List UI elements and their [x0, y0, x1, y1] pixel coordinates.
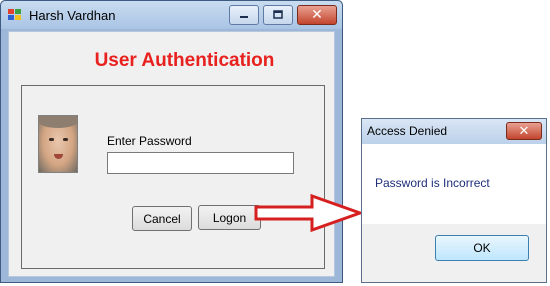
logon-button[interactable]: Logon [198, 205, 261, 230]
close-icon: ✕ [311, 7, 323, 23]
cancel-button[interactable]: Cancel [132, 206, 192, 231]
close-icon: ✕ [518, 123, 530, 139]
password-label: Enter Password [107, 134, 192, 148]
page-heading: User Authentication [94, 50, 275, 71]
dialog-body: Password is Incorrect [362, 144, 546, 224]
maximize-button[interactable] [263, 5, 293, 25]
password-input[interactable] [107, 152, 294, 174]
dialog-title: Access Denied [367, 124, 448, 138]
dialog-message: Password is Incorrect [375, 176, 490, 190]
minimize-icon [240, 16, 248, 18]
ok-button[interactable]: OK [435, 235, 529, 261]
maximize-icon [273, 10, 283, 19]
client-area: User Authentication Enter Password Cance… [8, 31, 335, 277]
user-avatar [38, 115, 78, 173]
close-button[interactable]: ✕ [297, 5, 337, 25]
minimize-button[interactable] [229, 5, 259, 25]
dialog-close-button[interactable]: ✕ [506, 122, 542, 140]
window-title: Harsh Vardhan [29, 8, 116, 23]
right-arrow-icon [254, 193, 362, 233]
main-window: Harsh Vardhan ✕ User Authentication Ente… [0, 0, 343, 283]
main-titlebar[interactable]: Harsh Vardhan ✕ [1, 1, 342, 29]
dialog-titlebar[interactable]: Access Denied ✕ [362, 119, 546, 144]
access-denied-dialog: Access Denied ✕ Password is Incorrect OK [361, 118, 547, 283]
app-window-icon [8, 9, 21, 20]
login-panel: Enter Password Cancel Logon [21, 85, 325, 269]
